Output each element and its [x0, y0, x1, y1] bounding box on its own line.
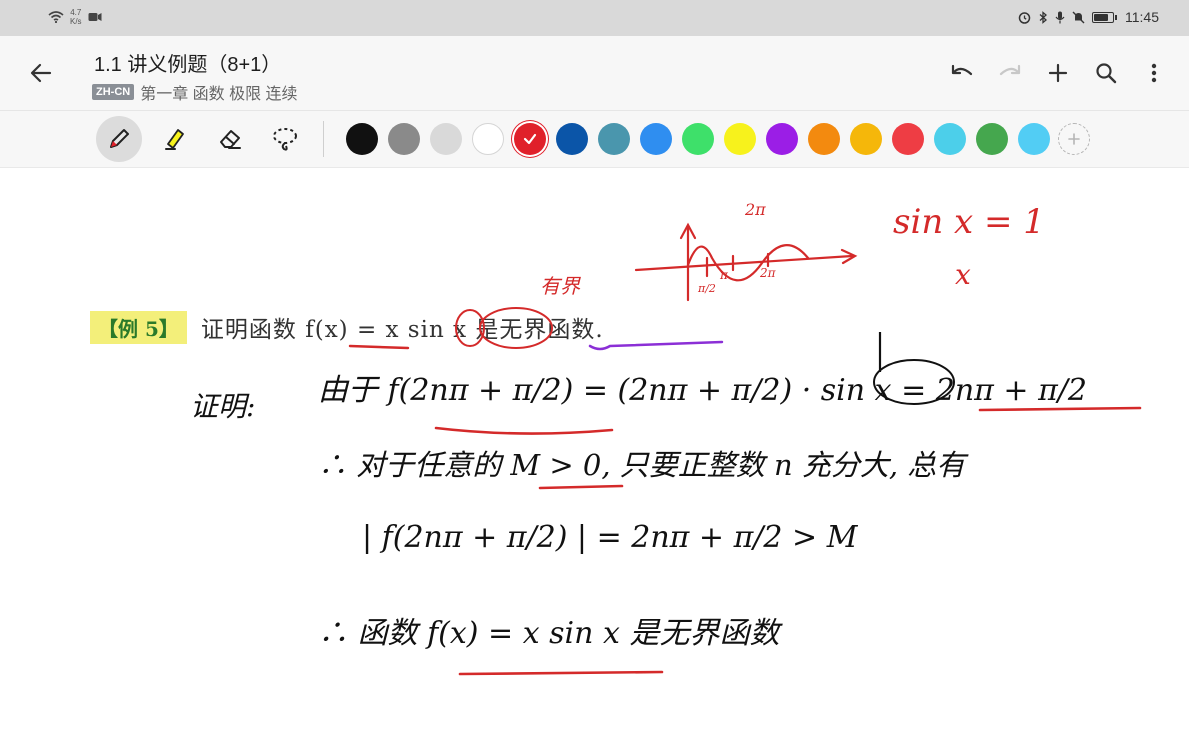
toolbar-divider [323, 121, 324, 157]
proof-line-3: | f(2nπ + π/2) | = 2nπ + π/2 > M [362, 520, 858, 555]
lasso-icon [273, 128, 297, 151]
proof-line-4: ∴ 函数 f(x) = x sin x 是无界函数 [318, 616, 780, 651]
color-swatch-6[interactable] [556, 123, 588, 155]
color-swatch-2[interactable] [388, 123, 420, 155]
page-title: 1.1 讲义例题（8+1） [94, 54, 282, 76]
arrow-left-icon [30, 63, 52, 83]
example-tag: 【例 5】 [90, 310, 187, 344]
network-speed: 4.7 K/s [70, 8, 82, 26]
color-swatch-5[interactable] [514, 123, 546, 155]
plus-icon [1068, 133, 1080, 145]
annotation-bounded: 有界 [540, 274, 580, 298]
notebook-chapter: 第一章 函数 极限 连续 [140, 86, 298, 103]
app-bar: 1.1 讲义例题（8+1） ZH-CN 第一章 函数 极限 连续 [0, 36, 1189, 111]
search-button[interactable] [1089, 56, 1123, 90]
printed-problem: 【例 5】 证明函数 f(x) = x sin x 是无界函数. [78, 300, 878, 354]
pen-icon [110, 129, 129, 148]
color-swatch-1[interactable] [346, 123, 378, 155]
microphone-icon [1055, 11, 1065, 23]
back-button[interactable] [28, 60, 54, 86]
color-swatch-15[interactable] [934, 123, 966, 155]
add-button[interactable] [1041, 56, 1075, 90]
proof-label: 证明: [190, 390, 256, 423]
more-options-button[interactable] [1137, 56, 1171, 90]
color-swatch-8[interactable] [640, 123, 672, 155]
graph-tick-2pi: 2π [760, 266, 776, 280]
proof-line-1: 由于 f(2nπ + π/2) = (2nπ + π/2) · sin x = … [318, 373, 1087, 408]
color-swatch-13[interactable] [850, 123, 882, 155]
redo-icon [999, 64, 1021, 76]
color-swatch-16[interactable] [976, 123, 1008, 155]
color-swatch-10[interactable] [724, 123, 756, 155]
proof-line-2: ∴ 对于任意的 M > 0, 只要正整数 n 充分大, 总有 [318, 448, 966, 482]
mute-bell-icon [1072, 11, 1085, 23]
color-swatch-3[interactable] [430, 123, 462, 155]
note-sinx-equals-1: sin x = 1 [893, 202, 1045, 242]
eraser-icon [220, 130, 241, 149]
problem-statement: 证明函数 f(x) = x sin x 是无界函数. [200, 317, 604, 343]
highlighter-tool[interactable] [152, 116, 198, 162]
drawing-toolbar [0, 111, 1189, 168]
color-swatch-12[interactable] [808, 123, 840, 155]
battery-icon [1092, 11, 1117, 23]
more-vertical-icon [1151, 63, 1157, 83]
plus-icon [1048, 63, 1068, 83]
graph-tick-pi-half: π/2 [698, 282, 716, 295]
color-swatch-4[interactable] [472, 123, 504, 155]
undo-icon [951, 64, 973, 76]
eraser-tool[interactable] [207, 116, 253, 162]
clock: 11:45 [1125, 9, 1159, 25]
redo-button[interactable] [993, 56, 1027, 90]
language-badge: ZH-CN [92, 84, 135, 100]
add-color-button[interactable] [1058, 123, 1090, 155]
color-swatch-11[interactable] [766, 123, 798, 155]
lasso-tool[interactable] [262, 116, 308, 162]
color-swatch-9[interactable] [682, 123, 714, 155]
color-swatch-7[interactable] [598, 123, 630, 155]
wifi-icon [48, 11, 64, 23]
bluetooth-icon [1039, 10, 1047, 24]
alarm-icon [1018, 11, 1031, 24]
graph-label-2pi: 2π [745, 200, 766, 219]
status-bar: 4.7 K/s 11:45 [0, 0, 1189, 36]
undo-button[interactable] [945, 56, 979, 90]
note-x: x [955, 258, 971, 291]
video-camera-icon [88, 13, 102, 21]
check-icon [523, 133, 537, 145]
color-swatch-17[interactable] [1018, 123, 1050, 155]
color-swatch-14[interactable] [892, 123, 924, 155]
pen-tool[interactable] [96, 116, 142, 162]
search-icon [1096, 63, 1117, 84]
graph-tick-pi: π [720, 268, 728, 282]
highlighter-icon [165, 129, 184, 150]
